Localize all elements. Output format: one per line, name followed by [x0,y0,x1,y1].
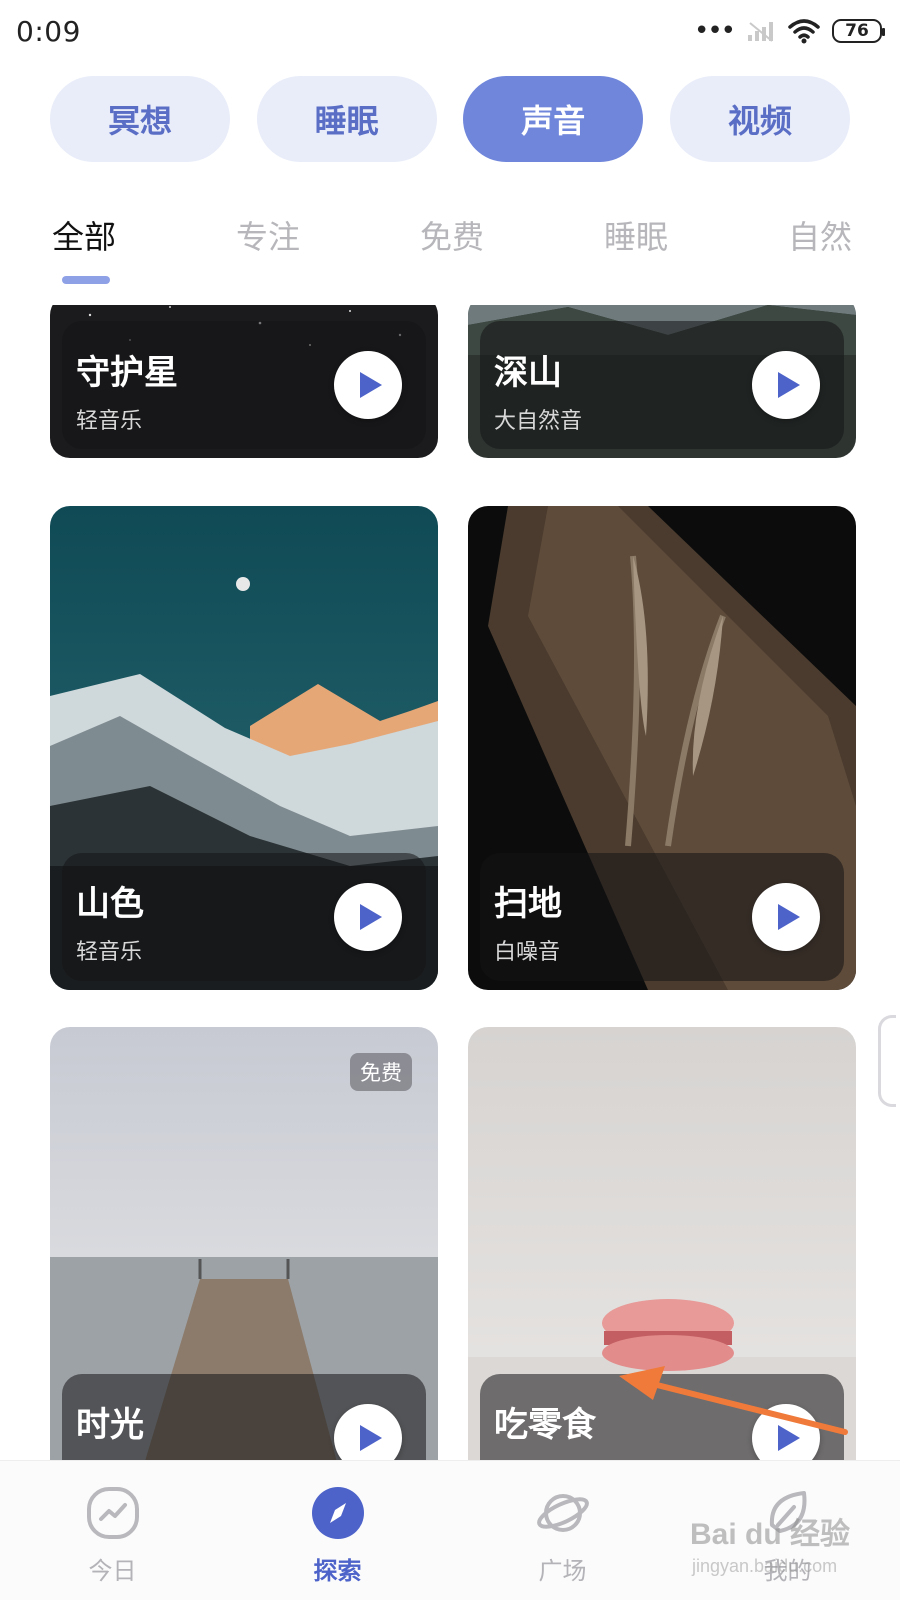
card-title: 守护星 [76,353,178,393]
active-tab-indicator [62,276,110,284]
nav-square[interactable]: 广场 [463,1461,663,1600]
annotation-arrow-icon [619,1366,848,1435]
play-icon [778,904,800,930]
sound-card[interactable]: 守护星 轻音乐 [50,305,438,458]
filter-tabs: 全部 专注 免费 睡眠 自然 [52,212,852,300]
tab-nature[interactable]: 自然 [788,212,852,272]
nav-explore[interactable]: 探索 [238,1461,438,1600]
tab-nature-label: 自然 [787,218,852,256]
side-pull-handle[interactable] [878,1015,896,1107]
category-video-button[interactable]: 视频 [669,76,850,162]
card-title: 山色 [76,884,144,924]
battery-level: 76 [845,21,869,41]
play-button[interactable] [752,351,820,419]
play-icon [360,904,382,930]
tab-free-label: 免费 [419,218,484,256]
baidu-watermark-url: jingyan.baidu.com [692,1556,838,1576]
card-title: 扫地 [494,884,562,924]
play-button[interactable] [334,351,402,419]
compass-icon [311,1487,364,1539]
card-subtitle: 大自然音 [494,409,583,434]
sound-card[interactable]: 扫地 白噪音 [468,506,856,990]
play-icon [360,372,382,398]
play-icon [778,372,800,398]
play-icon [360,1425,382,1451]
wifi-icon [788,19,820,44]
sound-card[interactable]: 山色 轻音乐 [50,506,438,990]
tab-all-label: 全部 [52,218,117,256]
nav-explore-label: 探索 [313,1557,362,1585]
signal-icon [748,22,773,42]
free-badge: 免费 [350,1053,412,1091]
status-icons: ••• 76 [693,16,885,46]
sound-card[interactable]: 免费 时光 [50,1027,438,1460]
play-button[interactable] [334,883,402,951]
category-pills: 冥想 睡眠 声音 视频 [50,76,850,162]
card-title: 时光 [76,1405,144,1445]
card-title: 深山 [494,353,562,393]
category-sleep-button[interactable]: 睡眠 [256,76,437,162]
battery-icon: 76 [832,19,885,43]
category-meditation-button[interactable]: 冥想 [50,76,230,162]
play-button[interactable] [752,883,820,951]
nav-square-label: 广场 [538,1557,587,1585]
card-subtitle: 白噪音 [494,940,561,965]
trend-icon [86,1487,139,1539]
sound-card-grid: 守护星 轻音乐 深山 大自然音 山色 轻音乐 扫地 白噪音 免费 时光 吃零食 [0,305,900,1460]
category-sound-button[interactable]: 声音 [463,76,644,162]
planet-icon [536,1494,589,1532]
card-subtitle: 轻音乐 [76,940,143,965]
more-dots-icon: ••• [693,16,736,46]
nav-today-label: 今日 [88,1557,137,1585]
tab-focus[interactable]: 专注 [236,212,300,272]
sound-card[interactable]: 深山 大自然音 [468,305,856,458]
nav-today[interactable]: 今日 [13,1461,213,1600]
status-time: 0:09 [16,14,81,48]
baidu-watermark: Bai du 经验 [690,1518,851,1551]
tab-sleep-label: 睡眠 [603,218,668,256]
tab-sleep[interactable]: 睡眠 [604,212,668,272]
tab-free[interactable]: 免费 [420,212,484,272]
status-bar: 0:09 ••• 76 [0,0,900,62]
card-title: 吃零食 [494,1405,596,1445]
card-subtitle: 轻音乐 [76,409,143,434]
tab-all[interactable]: 全部 [52,212,117,284]
tab-focus-label: 专注 [235,218,300,256]
app-screen: 0:09 ••• 76 冥想 睡眠 声音 视频 全部 专注 免费 睡眠 自然 守… [0,0,900,1600]
